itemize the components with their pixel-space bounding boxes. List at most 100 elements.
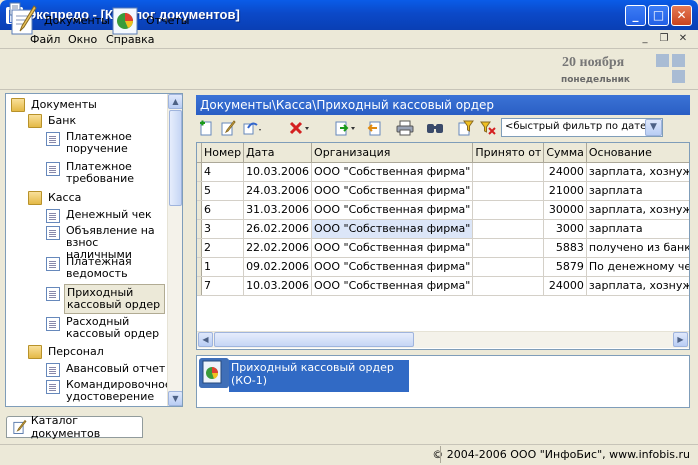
table-row[interactable]: 4 10.03.2006 ООО "Собственная фирма" 240… bbox=[197, 162, 689, 182]
mdi-minimize-button[interactable]: _ bbox=[637, 32, 653, 46]
cell-date[interactable]: 10.03.2006 bbox=[243, 162, 313, 182]
tree-node-documents[interactable]: Документы bbox=[31, 99, 97, 111]
cell-date[interactable]: 22.02.2006 bbox=[243, 238, 313, 258]
cell-amount[interactable]: 24000 bbox=[543, 162, 587, 182]
catalog-tree[interactable]: Документы Банк Платежное поручение Плате… bbox=[5, 93, 183, 407]
cell-number[interactable]: 2 bbox=[201, 238, 245, 258]
scroll-down-button[interactable]: ▼ bbox=[168, 391, 182, 406]
table-scroll-thumb[interactable] bbox=[214, 332, 414, 347]
tree-node-bank[interactable]: Банк bbox=[48, 115, 76, 127]
cell-number[interactable]: 3 bbox=[201, 219, 245, 239]
tree-node-cash[interactable]: Касса bbox=[48, 192, 81, 204]
report-form-label[interactable]: Приходный кассовый ордер (КО-1) bbox=[229, 360, 409, 392]
cell-amount[interactable]: 30000 bbox=[543, 200, 587, 220]
cell-received-from[interactable] bbox=[472, 219, 545, 239]
cell-basis[interactable]: зарплата, хознужды, ком bbox=[586, 162, 689, 182]
scroll-right-button[interactable]: ▶ bbox=[673, 332, 688, 347]
edit-document-icon[interactable] bbox=[220, 120, 236, 136]
cell-amount[interactable]: 5879 bbox=[543, 257, 587, 277]
cell-organization[interactable]: ООО "Собственная фирма" bbox=[311, 181, 474, 201]
unpost-document-icon[interactable] bbox=[366, 120, 382, 136]
cell-basis[interactable]: зарплата, хознужды, ком bbox=[586, 276, 689, 296]
cell-amount[interactable]: 5883 bbox=[543, 238, 587, 258]
table-row[interactable]: 2 22.02.2006 ООО "Собственная фирма" 588… bbox=[197, 238, 689, 258]
mdi-close-button[interactable]: ✕ bbox=[675, 32, 691, 46]
close-button[interactable]: ✕ bbox=[671, 5, 692, 26]
cell-date[interactable]: 26.02.2006 bbox=[243, 219, 313, 239]
cell-number[interactable]: 7 bbox=[201, 276, 245, 296]
panel-splitter[interactable] bbox=[184, 93, 194, 407]
cell-date[interactable]: 31.03.2006 bbox=[243, 200, 313, 220]
date-filter-select[interactable]: <быстрый фильтр по дате> bbox=[501, 118, 663, 137]
column-header-number[interactable]: Номер bbox=[201, 143, 245, 163]
reports-button[interactable]: Отчеты bbox=[110, 4, 189, 36]
cell-basis[interactable]: зарплата bbox=[586, 219, 689, 239]
cell-number[interactable]: 4 bbox=[201, 162, 245, 182]
cell-received-from[interactable] bbox=[472, 181, 545, 201]
column-header-amount[interactable]: Сумма bbox=[543, 143, 587, 163]
column-header-date[interactable]: Дата bbox=[243, 143, 313, 163]
cell-basis[interactable]: зарплата bbox=[586, 181, 689, 201]
cell-organization[interactable]: ООО "Собственная фирма" bbox=[311, 238, 474, 258]
mdi-restore-button[interactable]: ❐ bbox=[656, 32, 672, 46]
report-form-icon[interactable] bbox=[199, 358, 229, 388]
cell-number[interactable]: 6 bbox=[201, 200, 245, 220]
scroll-left-button[interactable]: ◀ bbox=[198, 332, 213, 347]
tree-node-payment-order[interactable]: Платежное поручение bbox=[66, 131, 162, 155]
delete-icon[interactable] bbox=[288, 120, 312, 136]
minimize-button[interactable]: _ bbox=[625, 5, 646, 26]
scroll-up-button[interactable]: ▲ bbox=[168, 94, 182, 109]
tree-node-incoming-order[interactable]: Приходный кассовый ордер bbox=[64, 284, 165, 314]
cell-organization[interactable]: ООО "Собственная фирма" bbox=[311, 257, 474, 277]
cell-basis[interactable]: зарплата, хознужды bbox=[586, 200, 689, 220]
cell-organization[interactable]: ООО "Собственная фирма" bbox=[311, 200, 474, 220]
cell-date[interactable]: 09.02.2006 bbox=[243, 257, 313, 277]
tree-node-cash-check[interactable]: Денежный чек bbox=[66, 209, 162, 221]
column-header-organization[interactable]: Организация bbox=[311, 143, 474, 163]
cell-received-from[interactable] bbox=[472, 276, 545, 296]
cell-organization[interactable]: ООО "Собственная фирма" bbox=[311, 276, 474, 296]
table-row[interactable]: 1 09.02.2006 ООО "Собственная фирма" 587… bbox=[197, 257, 689, 277]
cell-date[interactable]: 24.03.2006 bbox=[243, 181, 313, 201]
cell-basis[interactable]: получено из банка по чек bbox=[586, 238, 689, 258]
cell-received-from[interactable] bbox=[472, 257, 545, 277]
cell-amount[interactable]: 24000 bbox=[543, 276, 587, 296]
cell-amount[interactable]: 3000 bbox=[543, 219, 587, 239]
table-row-selected[interactable]: 3 26.02.2006 ООО "Собственная фирма" 300… bbox=[197, 219, 689, 239]
documents-table[interactable]: Номер Дата Организация Принято от Сумма … bbox=[196, 142, 690, 350]
tree-node-outgoing-order[interactable]: Расходный кассовый ордер bbox=[66, 316, 162, 340]
tree-node-payroll[interactable]: Платежная ведомость bbox=[66, 256, 162, 280]
print-icon[interactable] bbox=[396, 120, 414, 136]
table-row[interactable]: 6 31.03.2006 ООО "Собственная фирма" 300… bbox=[197, 200, 689, 220]
tree-scrollbar[interactable]: ▲ ▼ bbox=[167, 94, 182, 406]
cell-number[interactable]: 5 bbox=[201, 181, 245, 201]
column-header-basis[interactable]: Основание bbox=[586, 143, 689, 163]
column-header-received-from[interactable]: Принято от bbox=[472, 143, 545, 163]
tree-node-travel-certificate[interactable]: Командировочное удостоверение bbox=[66, 379, 172, 403]
chevron-down-icon[interactable]: ▼ bbox=[645, 119, 662, 136]
clear-filter-icon[interactable] bbox=[480, 120, 496, 136]
post-document-icon[interactable] bbox=[334, 120, 358, 136]
copy-document-icon[interactable] bbox=[242, 120, 264, 136]
documents-button[interactable]: Документы bbox=[8, 4, 110, 36]
cell-received-from[interactable] bbox=[472, 238, 545, 258]
cell-received-from[interactable] bbox=[472, 200, 545, 220]
find-icon[interactable] bbox=[426, 120, 444, 136]
cell-organization[interactable]: ООО "Собственная фирма" bbox=[311, 219, 474, 239]
cell-date[interactable]: 10.03.2006 bbox=[243, 276, 313, 296]
tree-node-personnel[interactable]: Персонал bbox=[48, 346, 104, 358]
cell-basis[interactable]: По денежному чеку № 12( bbox=[586, 257, 689, 277]
cell-organization[interactable]: ООО "Собственная фирма" bbox=[311, 162, 474, 182]
tree-node-payment-request[interactable]: Платежное требование bbox=[66, 161, 162, 185]
filter-icon[interactable] bbox=[458, 120, 474, 136]
tree-scroll-thumb[interactable] bbox=[169, 110, 182, 206]
table-row[interactable]: 5 24.03.2006 ООО "Собственная фирма" 210… bbox=[197, 181, 689, 201]
table-row[interactable]: 7 10.03.2006 ООО "Собственная фирма" 240… bbox=[197, 276, 689, 296]
cell-amount[interactable]: 21000 bbox=[543, 181, 587, 201]
cell-number[interactable]: 1 bbox=[201, 257, 245, 277]
add-document-icon[interactable] bbox=[198, 120, 214, 136]
cell-received-from[interactable] bbox=[472, 162, 545, 182]
tree-node-advance-report[interactable]: Авансовый отчет bbox=[66, 363, 166, 375]
maximize-button[interactable]: □ bbox=[648, 5, 669, 26]
tab-catalog[interactable]: Каталог документов bbox=[6, 414, 143, 440]
